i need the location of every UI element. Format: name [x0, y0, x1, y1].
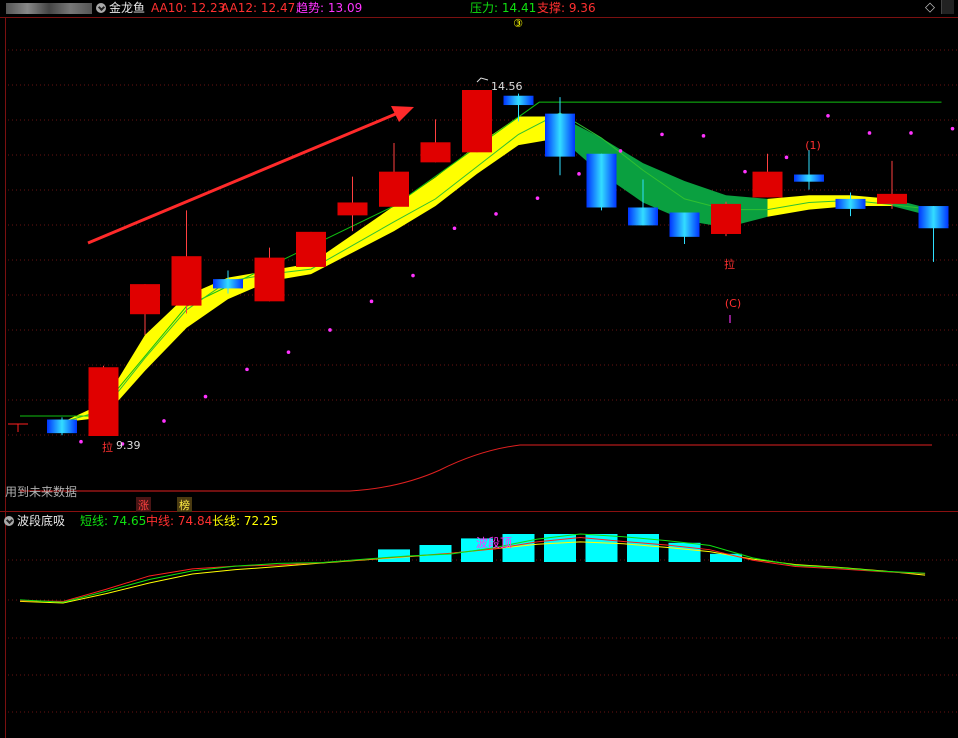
sar-dot: [245, 367, 249, 372]
wave-top-bar: [710, 553, 742, 562]
wave-label-i: I: [728, 313, 731, 326]
candle-body: [462, 90, 492, 153]
pressure-value: 压力: 14.41: [470, 1, 537, 15]
sar-dot: [494, 212, 498, 216]
candle-body: [420, 142, 451, 163]
wave-label-c: (C): [725, 297, 741, 310]
sar-dot: [162, 419, 166, 423]
low-price-label: 9.39: [116, 439, 141, 452]
support-value: 支撑: 9.36: [537, 1, 596, 15]
candle-body: [752, 171, 783, 198]
sar-dot: [701, 134, 706, 138]
candle-body: [130, 284, 160, 315]
trend-value: 趋势: 13.09: [296, 1, 363, 15]
candle-body: [379, 171, 409, 207]
sar-dot: [867, 131, 872, 135]
long-line-value: 长线: 72.25: [212, 514, 279, 528]
scroll-handle[interactable]: [941, 0, 954, 14]
sar-dot: [618, 149, 623, 153]
short-line-value: 短线: 74.65: [80, 514, 147, 528]
candle-body: [503, 95, 534, 106]
candle-body: [586, 153, 617, 208]
sar-dot: [286, 350, 291, 354]
marker-top: ③: [513, 17, 523, 30]
chevron-down-icon[interactable]: [4, 516, 14, 526]
sar-dot: [535, 196, 540, 200]
candle-body: [835, 198, 866, 209]
wave-top-label: 波段顶: [476, 535, 512, 550]
candle-body: [711, 203, 741, 234]
sar-dot: [577, 172, 581, 176]
aa10-value: AA10: 12.23: [151, 1, 226, 15]
main-indicator-name: 金龙鱼: [109, 1, 146, 15]
aa12-value: AA12: 12.47: [221, 1, 296, 15]
stock-code-redacted: [6, 3, 92, 14]
sar-dot: [369, 299, 374, 304]
sar-dot: [452, 226, 457, 231]
candle-body: [213, 279, 243, 289]
candle-body: [918, 206, 949, 229]
sar-dot: [909, 131, 913, 135]
sar-dot: [950, 126, 955, 131]
sar-dot: [660, 132, 664, 137]
candle-body: [171, 256, 202, 306]
pull-marker: 拉: [724, 257, 735, 271]
sar-dot: [784, 155, 789, 160]
high-price-label: 14.56: [491, 80, 523, 93]
sar-dot: [79, 439, 83, 444]
mid-line-value: 中线: 74.84: [146, 514, 213, 528]
wave-label-1: (1): [805, 139, 821, 152]
tag-zhang: 涨: [138, 499, 149, 512]
candle-body: [296, 231, 326, 267]
candle-body: [88, 367, 119, 436]
sub-indicator-toggle[interactable]: 波段底吸: [4, 512, 65, 530]
sar-dot: [411, 273, 415, 278]
candle-body: [254, 257, 285, 302]
diamond-icon[interactable]: ◇: [925, 0, 935, 16]
candle-body: [545, 113, 575, 157]
candle-body: [794, 174, 824, 182]
candle-body: [47, 419, 77, 434]
pull-marker: 拉: [102, 440, 113, 454]
sar-dot: [743, 169, 747, 174]
tag-bang: 榜: [179, 498, 190, 512]
sar-dot: [826, 113, 830, 118]
sar-dot: [203, 394, 208, 399]
sub-indicator-name: 波段底吸: [17, 514, 66, 528]
candle-body: [669, 212, 700, 237]
candle-body: [337, 202, 368, 216]
trend-arrow: [87, 111, 399, 245]
accumulation-curve: [20, 444, 932, 492]
high-price-pointer: [476, 77, 489, 83]
sar-dot: [328, 328, 332, 332]
main-indicator-toggle[interactable]: 金龙鱼: [96, 0, 145, 16]
future-data-note: 用到未来数据: [5, 484, 77, 499]
candle-body: [628, 207, 658, 226]
chevron-down-icon[interactable]: [96, 3, 106, 13]
kline-chart[interactable]: ③14.569.39拉拉(1)(C)I用到未来数据涨 榜波段顶: [0, 0, 958, 738]
candle-body: [877, 193, 907, 204]
